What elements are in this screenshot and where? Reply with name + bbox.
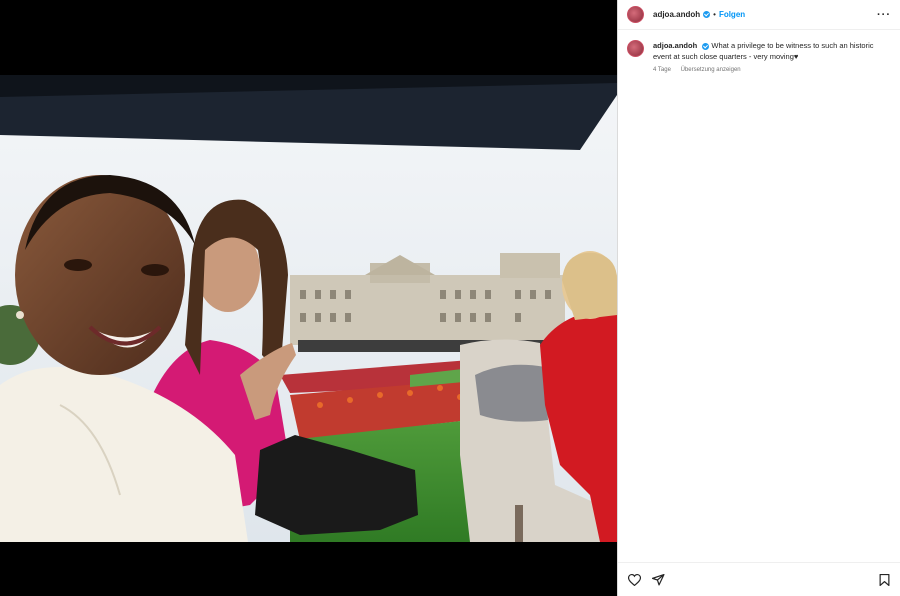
caption-username[interactable]: adjoa.andoh [653, 41, 697, 50]
caption-avatar[interactable] [627, 40, 644, 57]
verified-badge-icon [702, 42, 710, 50]
post-side-panel: adjoa.andoh • Folgen ··· adjoa.andoh Wha… [617, 0, 900, 596]
caption-body: adjoa.andoh What a privilege to be witne… [653, 40, 883, 73]
post-photo [0, 75, 617, 542]
more-options-button[interactable]: ··· [877, 9, 891, 21]
action-bar [618, 562, 900, 596]
verified-badge-icon [703, 11, 711, 18]
separator-dot: • [713, 10, 716, 19]
caption-row: adjoa.andoh What a privilege to be witne… [618, 30, 900, 73]
avatar[interactable] [627, 6, 644, 23]
paper-plane-icon[interactable] [651, 573, 665, 587]
translate-link[interactable]: Übersetzung anzeigen [681, 67, 741, 73]
post-time[interactable]: 4 Tage [653, 67, 671, 73]
caption-meta: 4 Tage Übersetzung anzeigen [653, 67, 883, 73]
username[interactable]: adjoa.andoh [653, 10, 700, 19]
caption-text: adjoa.andoh What a privilege to be witne… [653, 40, 883, 62]
follow-button[interactable]: Folgen [719, 10, 745, 19]
heart-icon[interactable] [627, 573, 641, 587]
post-media[interactable] [0, 0, 617, 596]
bookmark-icon[interactable] [877, 573, 891, 587]
post-header: adjoa.andoh • Folgen ··· [618, 0, 900, 30]
